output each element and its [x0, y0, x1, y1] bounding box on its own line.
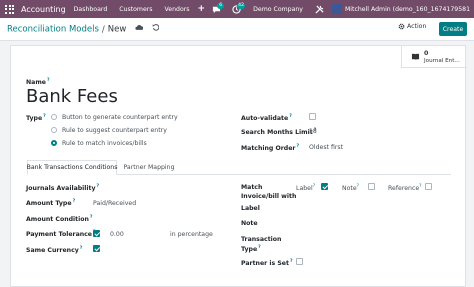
- search-months-label: Search Months Limit?: [241, 128, 317, 137]
- match-label-line1: Match: [241, 184, 263, 191]
- note-label: Note: [241, 220, 258, 227]
- type-radio-button-entry[interactable]: [51, 114, 57, 120]
- amount-type-label: Amount Type?: [26, 199, 76, 208]
- tab-partner-mapping[interactable]: Partner Mapping: [119, 160, 179, 175]
- breadcrumb-separator: /: [101, 24, 105, 35]
- amount-condition-label: Amount Condition?: [26, 215, 93, 224]
- tab-bank-transactions-conditions[interactable]: Bank Transactions Conditions: [27, 160, 117, 175]
- user-menu[interactable]: Mitchell Admin (demo_160_1674179581: [345, 6, 470, 13]
- type-radio-suggest[interactable]: [51, 127, 57, 133]
- breadcrumb: Reconciliation Models / New: [7, 24, 160, 35]
- top-navbar: Accounting Dashboard Customers Vendors +…: [0, 0, 474, 18]
- gear-icon: [398, 23, 405, 30]
- notebook-tabs: Bank Transactions Conditions Partner Map…: [27, 160, 451, 175]
- transaction-type-label-line2: Type?: [241, 245, 261, 254]
- debug-tools-icon[interactable]: [315, 4, 324, 14]
- match-label-line2: Invoice/bill with: [241, 193, 297, 200]
- journal-entries-label: Journal Ent...: [424, 58, 460, 64]
- breadcrumb-parent[interactable]: Reconciliation Models: [7, 25, 99, 35]
- plus-icon[interactable]: +: [198, 4, 206, 14]
- type-radio-match[interactable]: [51, 140, 57, 146]
- apps-grid-icon[interactable]: [4, 4, 15, 15]
- search-months-input[interactable]: 18: [309, 128, 317, 135]
- payment-tolerance-label: Payment Tolerance?: [26, 230, 96, 239]
- company-switcher[interactable]: Demo Company: [253, 6, 303, 13]
- type-label: Type?: [26, 114, 46, 123]
- control-panel: Reconciliation Models / New Action Create: [0, 18, 474, 41]
- matching-order-label: Matching Order?: [241, 144, 300, 153]
- menu-dashboard[interactable]: Dashboard: [74, 6, 108, 13]
- journal-entries-count: 0: [424, 50, 429, 57]
- book-icon: [411, 53, 420, 63]
- matching-order-select[interactable]: Oldest first: [309, 144, 343, 151]
- partner-is-set-checkbox[interactable]: [296, 258, 303, 265]
- auto-validate-checkbox[interactable]: [309, 113, 316, 120]
- name-input[interactable]: Bank Fees: [26, 86, 118, 107]
- type-option-label: Button to generate counterpart entry: [62, 114, 178, 121]
- auto-validate-label: Auto-validate?: [241, 114, 292, 123]
- create-button[interactable]: Create: [439, 22, 467, 36]
- transaction-type-label-line1: Transaction: [241, 236, 282, 243]
- match-label-line3: Label: [241, 205, 260, 212]
- cloud-upload-icon[interactable]: [135, 24, 144, 34]
- match-note-checkbox[interactable]: [368, 183, 375, 190]
- same-currency-checkbox[interactable]: [93, 245, 100, 252]
- activity-clock-icon[interactable]: 42: [229, 2, 246, 16]
- chat-icon[interactable]: 6: [209, 2, 225, 16]
- match-option-label-text: Label?: [296, 184, 316, 193]
- partner-is-set-label: Partner is Set?: [241, 259, 293, 268]
- match-option-reference-text: Reference?: [388, 184, 422, 193]
- breadcrumb-current: New: [107, 24, 127, 35]
- payment-tolerance-checkbox[interactable]: [93, 230, 100, 237]
- journals-availability-label: Journals Availability?: [26, 184, 100, 193]
- action-label: Action: [407, 23, 427, 30]
- same-currency-label: Same Currency?: [26, 246, 83, 255]
- activity-badge: 42: [237, 3, 246, 9]
- amount-type-select[interactable]: Paid/Received: [93, 200, 136, 207]
- app-name[interactable]: Accounting: [21, 5, 66, 14]
- discard-icon[interactable]: [152, 24, 160, 34]
- payment-tolerance-unit[interactable]: in percentage: [170, 231, 213, 238]
- type-option-label: Rule to suggest counterpart entry: [62, 127, 167, 134]
- payment-tolerance-input[interactable]: 0.00: [110, 231, 124, 238]
- match-label-checkbox[interactable]: [321, 183, 328, 190]
- menu-vendors[interactable]: Vendors: [165, 6, 190, 13]
- match-option-note-text: Note?: [342, 184, 360, 193]
- type-option-label: Rule to match invoices/bills: [62, 140, 147, 147]
- user-avatar[interactable]: [331, 4, 342, 14]
- action-button[interactable]: Action: [398, 23, 426, 30]
- name-label: Name?: [26, 78, 50, 87]
- form-sheet: 0 Journal Ent... Name? Bank Fees Type? B…: [10, 45, 467, 287]
- chat-badge: 6: [217, 3, 225, 9]
- journal-entries-smart-button[interactable]: 0 Journal Ent...: [401, 46, 467, 68]
- menu-customers[interactable]: Customers: [119, 6, 152, 13]
- match-reference-checkbox[interactable]: [425, 183, 432, 190]
